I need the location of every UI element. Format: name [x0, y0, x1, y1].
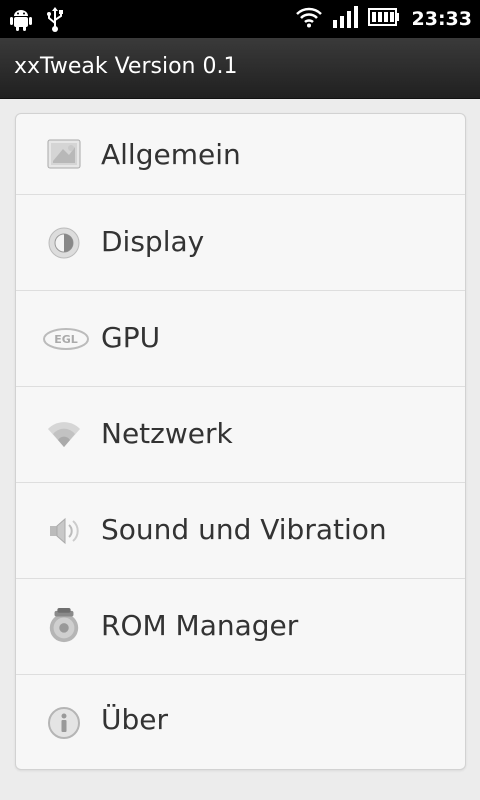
menu-item-ueber[interactable]: Über: [16, 675, 465, 769]
speaker-icon: [46, 513, 82, 549]
usb-icon: [46, 7, 64, 37]
battery-icon: [367, 8, 400, 30]
menu-item-label: Allgemein: [101, 138, 241, 171]
android-icon: [10, 8, 32, 36]
menu-list: Allgemein Display EGL GPU Netzwerk Sound…: [15, 113, 466, 770]
menu-item-label: ROM Manager: [101, 609, 299, 642]
egl-icon: EGL: [42, 321, 90, 357]
menu-item-label: Über: [101, 703, 169, 736]
menu-item-label: Display: [101, 225, 205, 258]
svg-text:EGL: EGL: [54, 333, 78, 346]
menu-item-label: Sound und Vibration: [101, 513, 387, 546]
menu-item-label: GPU: [101, 321, 161, 354]
menu-item-label: Netzwerk: [101, 417, 233, 450]
settings-slider-icon: [46, 136, 82, 172]
signal-icon: [332, 6, 358, 32]
menu-item-sound[interactable]: Sound und Vibration: [16, 483, 465, 579]
menu-item-gpu[interactable]: EGL GPU: [16, 291, 465, 387]
app-title-bar: xxTweak Version 0.1: [0, 38, 480, 99]
menu-item-rom-manager[interactable]: ROM Manager: [16, 579, 465, 675]
wifi-icon: [295, 6, 322, 32]
rom-manager-icon: [46, 608, 82, 644]
app-title: xxTweak Version 0.1: [14, 54, 238, 79]
menu-item-display[interactable]: Display: [16, 195, 465, 291]
status-time: 23:33: [411, 8, 472, 30]
wifi-icon: [46, 417, 82, 453]
brightness-icon: [46, 225, 82, 261]
status-bar: 23:33: [0, 0, 480, 38]
info-icon: [46, 705, 82, 741]
menu-item-allgemein[interactable]: Allgemein: [16, 114, 465, 195]
menu-item-netzwerk[interactable]: Netzwerk: [16, 387, 465, 483]
